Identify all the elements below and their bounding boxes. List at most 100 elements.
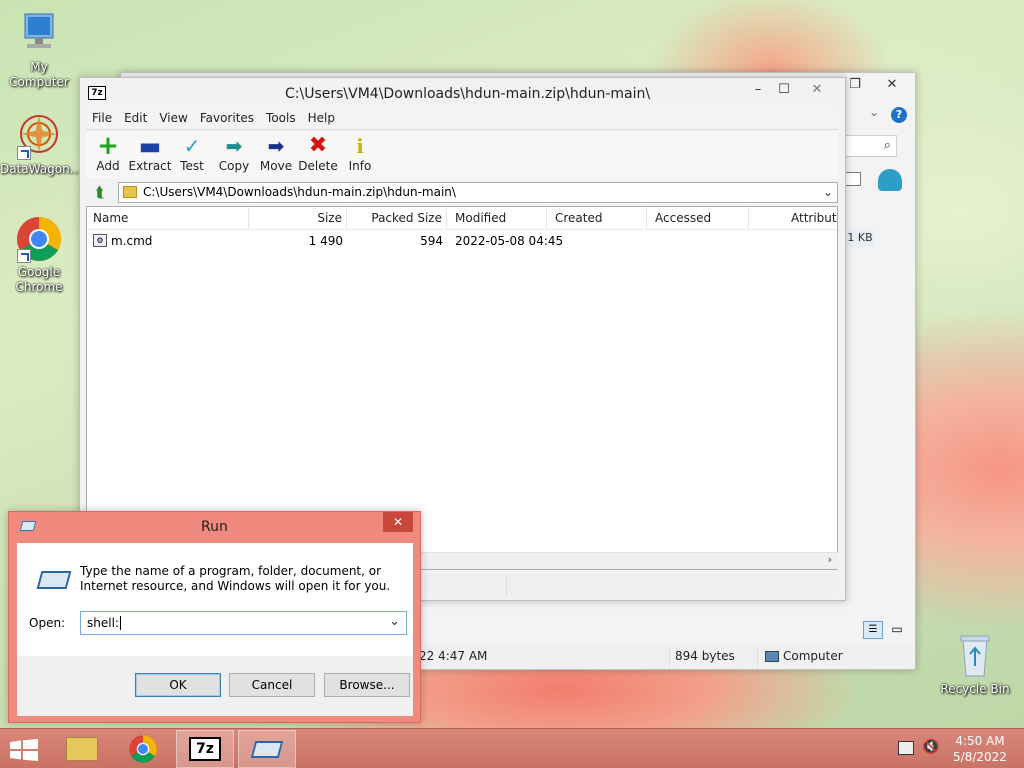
address-text: C:\Users\VM4\Downloads\hdun-main.zip\hdu… [143, 185, 456, 199]
menu-view[interactable]: View [153, 108, 193, 125]
view-pane-icon[interactable] [845, 172, 861, 186]
menu-favorites[interactable]: Favorites [194, 108, 260, 125]
search-icon: ⌕ [883, 138, 891, 153]
details-view-icon[interactable]: ☰ [863, 621, 883, 639]
column-header-modified[interactable]: Modified [447, 207, 547, 230]
status-size: 894 bytes [675, 649, 735, 663]
desktop-icon-label: Recycle Bin [940, 682, 1010, 696]
shell-icon [878, 169, 902, 191]
up-folder-icon[interactable]: ⮬ [90, 182, 110, 202]
run-small-icon [19, 521, 37, 531]
clock[interactable]: 4:50 AM 5/8/2022 [940, 733, 1020, 765]
taskbar: 7z 🔇 4:50 AM 5/8/2022 [0, 728, 1024, 768]
column-header-row: Name Size Packed Size Modified Created A… [87, 207, 837, 230]
column-header-attributes[interactable]: Attribute [749, 207, 837, 230]
open-input[interactable]: shell: [87, 616, 119, 630]
menu-file[interactable]: File [86, 108, 118, 125]
dialog-title: Run [201, 519, 228, 535]
run-icon [250, 741, 284, 758]
info-label: Info [348, 159, 372, 173]
close-button[interactable]: ✕ [383, 512, 413, 532]
open-label: Open: [29, 616, 66, 630]
desktop-icon-label: DataWagon... [0, 162, 82, 176]
cmd-file-icon: ⚙ [93, 234, 107, 247]
extract-label: Extract [128, 159, 172, 173]
info-button[interactable]: i Info [338, 133, 382, 173]
delete-icon: ✖ [308, 133, 328, 158]
copy-icon: ➡ [225, 134, 243, 158]
extract-button[interactable]: ▬ Extract [128, 133, 172, 173]
clock-time: 4:50 AM [955, 734, 1005, 748]
window-title: C:\Users\VM4\Downloads\hdun-main.zip\hdu… [285, 86, 651, 102]
title-bar[interactable]: Run ✕ [9, 512, 420, 542]
desktop-icon-datawagon[interactable]: DataWagon... [0, 112, 82, 177]
extract-icon: ▬ [138, 132, 162, 160]
menu-help[interactable]: Help [302, 108, 341, 125]
title-bar[interactable]: 7z C:\Users\VM4\Downloads\hdun-main.zip\… [80, 78, 845, 108]
taskbar-run[interactable] [238, 730, 296, 768]
taskbar-chrome[interactable] [116, 730, 172, 768]
file-modified: 2022-05-08 04:45 [455, 234, 564, 248]
chevron-down-icon[interactable]: ⌄ [869, 105, 879, 119]
column-header-accessed[interactable]: Accessed [647, 207, 749, 230]
desktop-icon-google-chrome[interactable]: Google Chrome [0, 215, 78, 295]
add-button[interactable]: + Add [86, 133, 130, 173]
info-icon: i [356, 134, 364, 158]
address-bar[interactable]: C:\Users\VM4\Downloads\hdun-main.zip\hdu… [118, 182, 838, 203]
delete-label: Delete [298, 159, 338, 173]
copy-button[interactable]: ➡ Copy [212, 133, 256, 173]
windows-logo-icon [10, 739, 38, 761]
file-size: 1 490 [308, 234, 343, 248]
large-icons-view-icon[interactable]: ▭ [887, 621, 907, 639]
browse-button[interactable]: Browse... [324, 673, 410, 697]
volume-muted-icon[interactable]: 🔇 [922, 739, 939, 755]
column-header-packed-size[interactable]: Packed Size [347, 207, 447, 230]
menu-bar: File Edit View Favorites Tools Help [86, 108, 838, 130]
test-icon: ✓ [183, 134, 201, 158]
dialog-footer: OK Cancel Browse... [17, 656, 413, 716]
toolbar: + Add ▬ Extract ✓ Test ➡ Copy ➡ Move ✖ D… [86, 131, 838, 178]
recycle-bin-icon [951, 632, 999, 680]
run-description: Type the name of a program, folder, docu… [80, 564, 391, 593]
search-box[interactable]: ⌕ [845, 135, 897, 157]
address-row: ⮬ C:\Users\VM4\Downloads\hdun-main.zip\h… [86, 180, 838, 204]
column-header-created[interactable]: Created [547, 207, 647, 230]
minimize-button[interactable]: – [744, 80, 772, 100]
scroll-right-icon[interactable]: › [828, 553, 832, 566]
desktop-icon-recycle-bin[interactable]: Recycle Bin [936, 632, 1014, 697]
menu-edit[interactable]: Edit [118, 108, 153, 125]
start-button[interactable] [0, 730, 48, 768]
column-header-name[interactable]: Name [87, 207, 249, 230]
test-label: Test [180, 159, 204, 173]
run-dialog: Run ✕ Type the name of a program, folder… [8, 511, 421, 723]
move-button[interactable]: ➡ Move [254, 133, 298, 173]
close-button[interactable]: ✕ [873, 75, 911, 95]
test-button[interactable]: ✓ Test [170, 133, 214, 173]
chrome-icon [128, 734, 158, 764]
computer-icon [15, 10, 63, 58]
table-row[interactable]: ⚙ m.cmd 1 490 594 2022-05-08 04:45 [87, 231, 837, 251]
chevron-down-icon[interactable]: ⌄ [823, 183, 833, 202]
cancel-button[interactable]: Cancel [229, 673, 315, 697]
ok-button[interactable]: OK [135, 673, 221, 697]
column-header-size[interactable]: Size [249, 207, 347, 230]
chevron-down-icon[interactable]: ⌄ [389, 614, 400, 629]
file-explorer-icon [66, 737, 98, 761]
size-value: 1 KB [847, 229, 873, 247]
status-location: Computer [783, 649, 843, 663]
close-button[interactable]: ✕ [794, 80, 840, 100]
network-icon[interactable] [898, 741, 914, 755]
shortcut-arrow-icon [17, 249, 31, 263]
status-date: 22 4:47 AM [419, 649, 488, 663]
7zip-icon: 7z [189, 737, 221, 761]
help-icon[interactable]: ? [891, 107, 907, 123]
menu-tools[interactable]: Tools [260, 108, 302, 125]
computer-small-icon [765, 651, 779, 662]
taskbar-file-explorer[interactable] [54, 730, 110, 768]
delete-button[interactable]: ✖ Delete [296, 133, 340, 173]
desktop-icon-my-computer[interactable]: My Computer [0, 10, 78, 90]
open-combobox[interactable]: shell: ⌄ [80, 611, 407, 635]
7zip-icon: 7z [88, 86, 106, 100]
taskbar-7zip[interactable]: 7z [176, 730, 234, 768]
move-icon: ➡ [267, 134, 285, 158]
